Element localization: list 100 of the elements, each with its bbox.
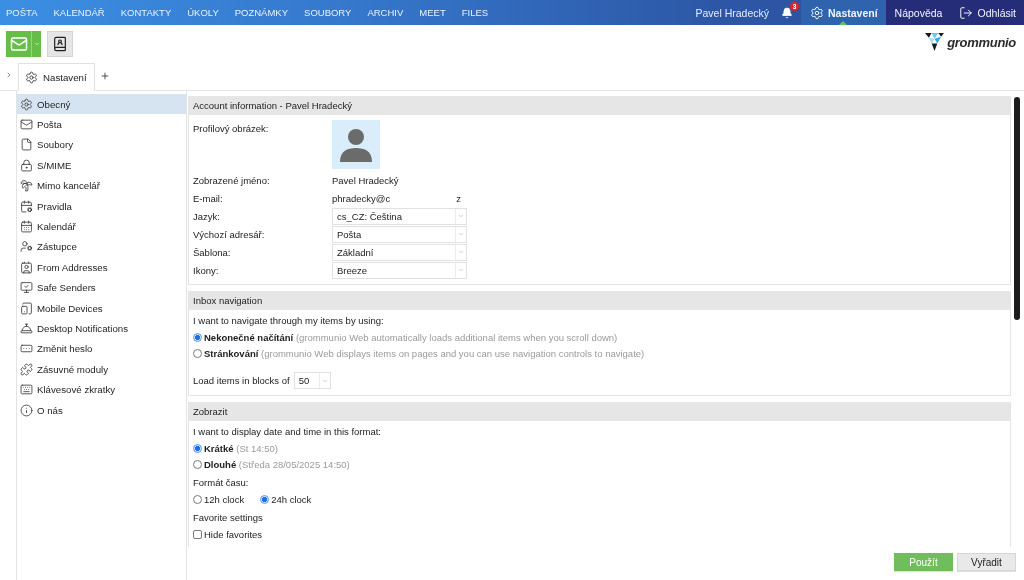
radio-button[interactable]: [193, 332, 202, 342]
lock-icon: [20, 158, 33, 172]
sidebar-item[interactable]: Safe Senders: [17, 277, 186, 298]
caret-icon: [458, 213, 464, 219]
radio-label: Krátké (St 14:50): [204, 442, 278, 454]
caret-icon: [458, 249, 464, 255]
field-label: Ikony:: [193, 264, 220, 276]
sidebar-item[interactable]: S/MIME: [17, 155, 186, 176]
checkbox-label: Hide favorites: [204, 528, 263, 540]
chevron-right-icon[interactable]: [5, 71, 13, 79]
field-label: Jazyk:: [193, 210, 221, 222]
service-bell-icon: [20, 322, 33, 335]
info-icon: [20, 403, 33, 417]
caret-icon: [458, 267, 464, 273]
sidebar-item[interactable]: Soubory: [17, 134, 186, 156]
field-label: Výchozí adresář:: [193, 228, 266, 240]
option-heading: Favorite settings: [193, 511, 263, 525]
header-link[interactable]: Odhlásit: [950, 0, 1024, 25]
sidebar-item[interactable]: O nás: [17, 399, 186, 421]
radio-button[interactable]: [260, 494, 270, 504]
nav-tab[interactable]: SOUBORY: [304, 0, 352, 25]
sidebar-item[interactable]: Zástupce: [17, 236, 186, 258]
select-field[interactable]: 50: [293, 372, 331, 389]
contact-card-icon: [20, 260, 33, 274]
radio-button[interactable]: [193, 348, 202, 358]
caret-icon: [458, 231, 464, 237]
field-label: Profilový obrázek:: [193, 123, 270, 134]
logo-icon: [925, 33, 945, 51]
section-header: Account information - Pavel Hradecký: [189, 96, 1010, 115]
devices-icon: [20, 301, 33, 315]
field-label: Šablona:: [193, 246, 232, 258]
email-value: z: [456, 192, 461, 204]
discard-button[interactable]: Vyřadit: [957, 553, 1016, 571]
field-label: E-mail:: [193, 192, 224, 204]
add-tab-button[interactable]: [99, 71, 110, 81]
selected-indicator-icon: [839, 21, 848, 25]
user-gear-icon: [20, 240, 33, 254]
new-mail-button[interactable]: [6, 31, 31, 57]
contact-book-icon: [52, 36, 68, 52]
nav-tab[interactable]: ÚKOLY: [187, 0, 219, 25]
calendar-gear-icon: [20, 199, 33, 213]
sidebar-item[interactable]: Zásuvné moduly: [17, 359, 186, 380]
puzzle-icon: [20, 362, 33, 376]
sidebar-item[interactable]: Klávesové zkratky: [17, 379, 186, 400]
file-icon: [20, 138, 33, 152]
radio-label: Dlouhé (Středa 28/05/2025 14:50): [204, 458, 350, 470]
radio-label: 24h clock: [271, 493, 312, 505]
section-header: Zobrazit: [189, 402, 1010, 421]
option-heading: Formát času:: [193, 476, 249, 490]
gear-icon: [810, 5, 824, 20]
profile-picture[interactable]: [332, 120, 380, 169]
radio-label: Nekonečné načítání (grommunio Web automatically loads additional items when you scroll down): [204, 331, 618, 343]
sidebar-item[interactable]: Pravidla: [17, 195, 186, 217]
address-book-button[interactable]: [47, 31, 73, 57]
envelope-icon: [9, 35, 28, 53]
sidebar-item[interactable]: Pošta: [17, 114, 186, 135]
nav-tab[interactable]: MEET: [419, 0, 446, 25]
gear-icon: [25, 70, 38, 84]
radio-button[interactable]: [193, 459, 202, 469]
select-field[interactable]: Pošta: [332, 225, 467, 243]
radio-button[interactable]: [193, 494, 202, 504]
scrollbar-thumb[interactable]: [1014, 97, 1020, 320]
select-field[interactable]: Breeze: [332, 261, 467, 279]
sidebar-item[interactable]: Změnit heslo: [17, 338, 186, 360]
bell-icon[interactable]: [781, 6, 793, 19]
logo-text: grommunio: [947, 34, 1016, 50]
radio-button[interactable]: [193, 443, 202, 453]
header-link[interactable]: Nastavení: [801, 0, 886, 25]
section-header: Inbox navigation: [189, 291, 1010, 310]
calendar-icon: [20, 220, 33, 234]
sidebar-item[interactable]: Kalendář: [17, 216, 186, 237]
nav-tab[interactable]: POZNÁMKY: [234, 0, 289, 25]
plus-icon: [99, 71, 110, 81]
select-field[interactable]: Základní: [332, 243, 467, 261]
logout-icon: [959, 5, 974, 20]
email-value: phradecky@c: [332, 192, 391, 204]
checkbox[interactable]: [193, 529, 202, 539]
sidebar-item[interactable]: Mimo kancelář: [17, 175, 186, 196]
sidebar-item[interactable]: From Addresses: [17, 257, 186, 278]
sidebar-item[interactable]: Desktop Notifications: [17, 318, 186, 339]
field-value: Pavel Hradecký: [332, 174, 399, 186]
field-label: Zobrazené jméno:: [193, 174, 271, 186]
nav-tab[interactable]: KONTAKTY: [120, 0, 172, 25]
nav-tab[interactable]: ARCHIV: [367, 0, 404, 25]
radio-label: Stránkování (grommunio Web displays items on pages and you can use navigation controls to navigate): [204, 347, 645, 359]
user-name: Pavel Hradecký: [695, 6, 769, 19]
caret-icon: [33, 41, 40, 47]
header-link[interactable]: Nápověda: [885, 0, 951, 25]
field-label: Load items in blocks of: [193, 375, 290, 386]
nav-tab[interactable]: FILES: [461, 0, 489, 25]
option-heading: I want to display date and time in this format:: [193, 425, 381, 439]
select-field[interactable]: cs_CZ: Čeština: [332, 207, 467, 225]
keyboard-icon: [20, 383, 33, 397]
option-heading: I want to navigate through my items by using:: [193, 314, 384, 328]
sidebar-item[interactable]: Mobile Devices: [17, 297, 186, 319]
tab[interactable]: Nastavení: [18, 63, 95, 91]
envelope-icon: [20, 118, 33, 132]
sidebar-item[interactable]: Obecný: [17, 94, 186, 115]
caret-icon: [321, 377, 328, 384]
palm-tree-icon: [20, 179, 33, 193]
